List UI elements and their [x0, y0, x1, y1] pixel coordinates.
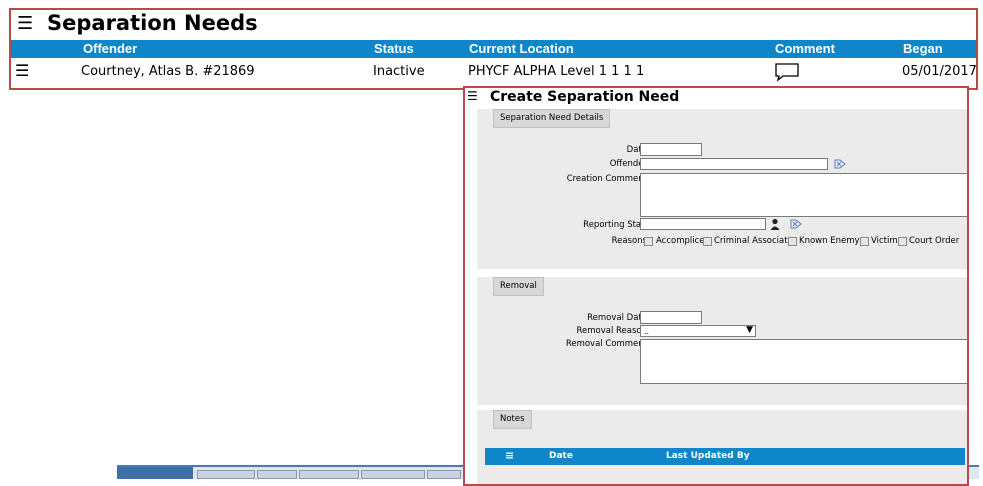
court-order-label: Court Order — [909, 236, 960, 246]
reporting-staff-label: Reporting Staff — [583, 220, 647, 230]
column-header-current-location[interactable]: Current Location — [469, 41, 574, 56]
dialog-title: Create Separation Need — [490, 89, 680, 105]
column-header-date[interactable]: Date — [549, 451, 573, 461]
notes-menu-icon[interactable]: ≡ — [505, 449, 514, 462]
removal-reason-value: .. — [644, 327, 650, 336]
background-tab[interactable] — [197, 470, 255, 479]
dialog-title-row: ☰ Create Separation Need — [465, 88, 967, 108]
column-header-status[interactable]: Status — [374, 41, 414, 56]
notes-table-header: ≡ Date Last Updated By — [485, 448, 965, 465]
column-header-offender[interactable]: Offender — [83, 41, 137, 56]
began-cell: 05/01/2017 — [902, 64, 977, 79]
offender-lookup-icon[interactable] — [834, 159, 846, 169]
creation-comment-field[interactable] — [640, 173, 967, 217]
known-enemy-label: Known Enemy — [799, 236, 860, 246]
separation-need-details-section: Separation Need Details Date Offender Cr… — [477, 109, 967, 269]
background-tab[interactable] — [427, 470, 461, 479]
create-separation-need-dialog: ☰ Create Separation Need Separation Need… — [463, 86, 969, 486]
criminal-associate-checkbox[interactable] — [703, 237, 712, 246]
accomplice-checkbox[interactable] — [644, 237, 653, 246]
offender-field[interactable] — [640, 158, 828, 170]
reasons-label: Reasons — [611, 236, 647, 246]
table-row[interactable]: ☰ Courtney, Atlas B. #21869 Inactive PHY… — [11, 60, 977, 84]
staff-lookup-icon[interactable] — [790, 219, 802, 229]
tab-notes[interactable]: Notes — [493, 410, 532, 429]
date-field[interactable] — [640, 143, 702, 156]
removal-comment-label: Removal Comment — [565, 339, 647, 349]
person-icon[interactable] — [770, 218, 780, 230]
status-cell: Inactive — [373, 64, 425, 79]
background-tab[interactable] — [299, 470, 359, 479]
page-title: Separation Needs — [47, 11, 258, 35]
tab-removal[interactable]: Removal — [493, 277, 544, 296]
row-menu-icon[interactable]: ☰ — [15, 63, 29, 79]
background-tab[interactable] — [361, 470, 425, 479]
column-header-comment[interactable]: Comment — [775, 41, 835, 56]
speech-bubble-icon[interactable] — [774, 62, 800, 82]
chevron-down-icon: ▼ — [746, 325, 753, 335]
menu-icon[interactable]: ☰ — [17, 15, 33, 33]
separation-needs-title-row: ☰ Separation Needs — [11, 10, 976, 40]
background-active-tab[interactable] — [117, 467, 193, 479]
column-header-last-updated-by[interactable]: Last Updated By — [666, 451, 750, 461]
reporting-staff-field[interactable] — [640, 218, 766, 230]
current-location-cell: PHYCF ALPHA Level 1 1 1 1 — [468, 64, 645, 79]
known-enemy-checkbox[interactable] — [788, 237, 797, 246]
victim-checkbox[interactable] — [860, 237, 869, 246]
court-order-checkbox[interactable] — [898, 237, 907, 246]
criminal-associate-label: Criminal Associate — [714, 236, 793, 246]
accomplice-label: Accomplice — [656, 236, 705, 246]
removal-date-label: Removal Date — [587, 313, 647, 323]
removal-reason-label: Removal Reason — [576, 326, 647, 336]
separation-needs-panel: ☰ Separation Needs Offender Status Curre… — [9, 8, 978, 90]
removal-date-field[interactable] — [640, 311, 702, 324]
dialog-menu-icon[interactable]: ☰ — [467, 90, 478, 102]
removal-comment-field[interactable] — [640, 339, 967, 384]
removal-reason-select[interactable]: .. ▼ — [640, 325, 756, 337]
removal-section: Removal Removal Date Removal Reason .. ▼… — [477, 277, 967, 405]
creation-comment-label: Creation Comment — [566, 174, 647, 184]
background-tab[interactable] — [257, 470, 297, 479]
victim-label: Victim — [871, 236, 898, 246]
tab-separation-need-details[interactable]: Separation Need Details — [493, 109, 611, 128]
separation-needs-table-header: Offender Status Current Location Comment… — [11, 40, 976, 58]
offender-cell: Courtney, Atlas B. #21869 — [81, 64, 255, 79]
column-header-began[interactable]: Began — [903, 41, 943, 56]
